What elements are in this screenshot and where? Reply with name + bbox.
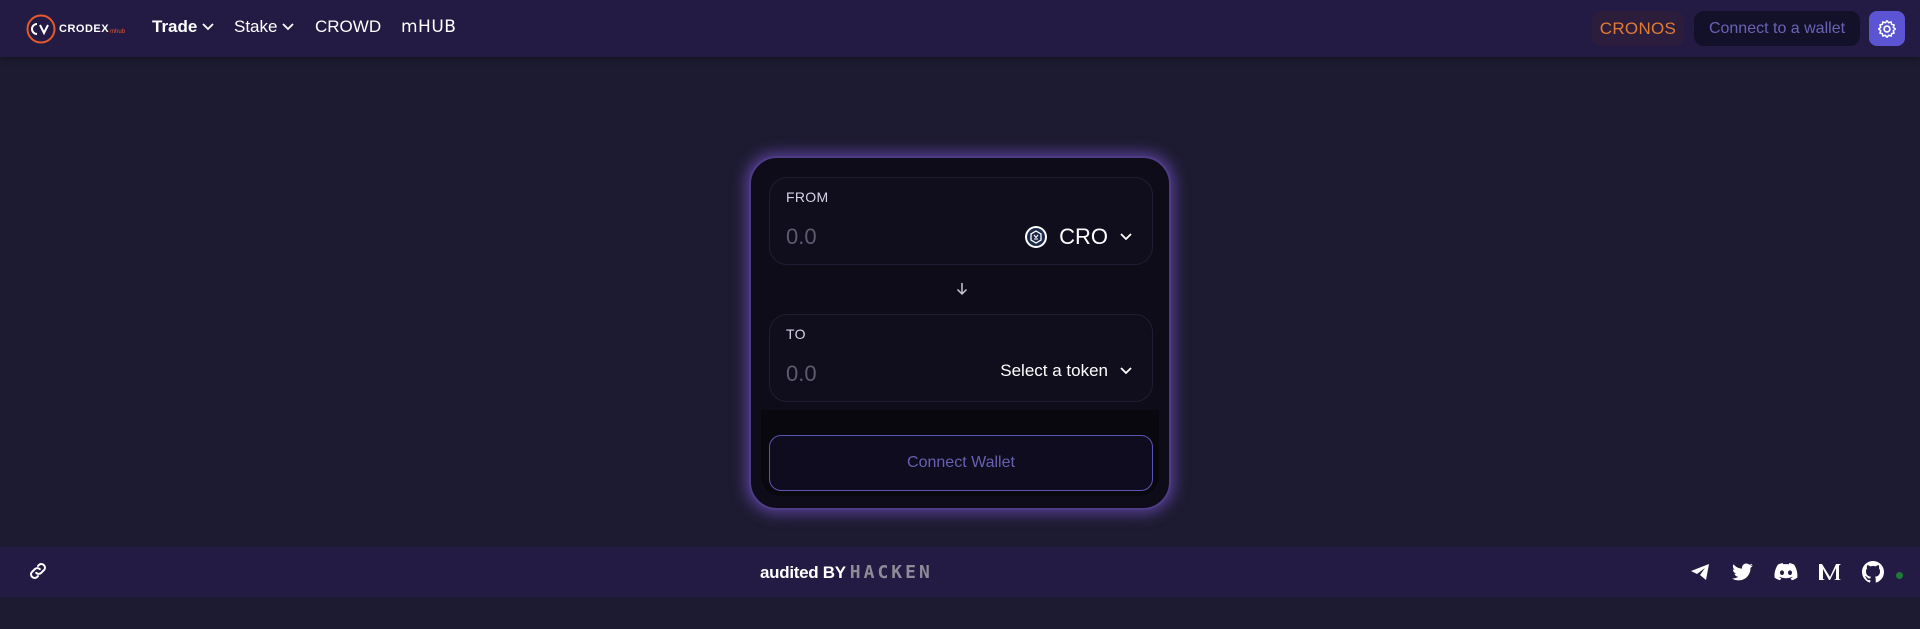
to-label: TO (786, 326, 806, 342)
nav-crowd-label: CROWD (315, 17, 382, 36)
status-indicator (1896, 572, 1903, 579)
nav-stake-label: Stake (234, 17, 278, 36)
arrow-down-icon[interactable] (955, 282, 969, 296)
hacken-logo: HACKEN (849, 562, 933, 583)
connect-wallet-button[interactable]: Connect Wallet (769, 435, 1153, 491)
telegram-icon[interactable] (1688, 560, 1712, 584)
connect-to-wallet-button[interactable]: Connect to a wallet (1694, 11, 1860, 46)
top-navbar: CRODEX mhub Trade Stake CROWD mHUB CRONO… (0, 0, 1920, 57)
nav-trade[interactable]: Trade (152, 17, 214, 37)
logo-text: CRODEX (59, 23, 110, 35)
cro-token-icon (1025, 226, 1048, 248)
chevron-down-icon (202, 23, 214, 31)
chevron-down-icon (1120, 367, 1132, 375)
nav-mhub-label: mHUB (401, 17, 457, 37)
logo-subtext: mhub (110, 29, 126, 35)
from-panel: FROM CRO (769, 177, 1153, 265)
audited-by-text: audited BY (760, 562, 846, 582)
to-amount-input[interactable] (786, 359, 966, 389)
swap-card: FROM CRO TO Select a token Connect Walle… (749, 156, 1171, 510)
audited-by-badge[interactable]: audited BY HACKEN (760, 562, 933, 583)
to-token-select[interactable]: Select a token (1000, 361, 1132, 381)
link-icon[interactable] (27, 560, 49, 582)
crodex-logo-icon (26, 14, 56, 44)
medium-icon[interactable] (1818, 560, 1842, 584)
from-label: FROM (786, 189, 829, 205)
chevron-down-icon (282, 23, 295, 31)
network-button[interactable]: CRONOS (1592, 11, 1684, 46)
settings-button[interactable] (1869, 11, 1905, 46)
gear-icon (1877, 19, 1897, 38)
crodex-logo[interactable]: CRODEX mhub (26, 14, 125, 44)
nav-stake[interactable]: Stake (234, 17, 295, 37)
from-token-select[interactable]: CRO (1025, 224, 1132, 250)
from-amount-input[interactable] (786, 222, 966, 252)
twitter-icon[interactable] (1731, 560, 1755, 584)
nav-mhub[interactable]: mHUB (401, 17, 456, 37)
nav-trade-label: Trade (152, 17, 198, 36)
to-panel: TO Select a token (769, 314, 1153, 402)
chevron-down-icon (1120, 233, 1132, 241)
footer-bar: audited BY HACKEN (0, 547, 1920, 597)
nav-crowd[interactable]: CROWD (315, 17, 381, 37)
select-token-label: Select a token (1000, 361, 1108, 380)
from-token-name: CRO (1059, 224, 1108, 249)
discord-icon[interactable] (1774, 560, 1798, 584)
github-icon[interactable] (1861, 560, 1885, 584)
